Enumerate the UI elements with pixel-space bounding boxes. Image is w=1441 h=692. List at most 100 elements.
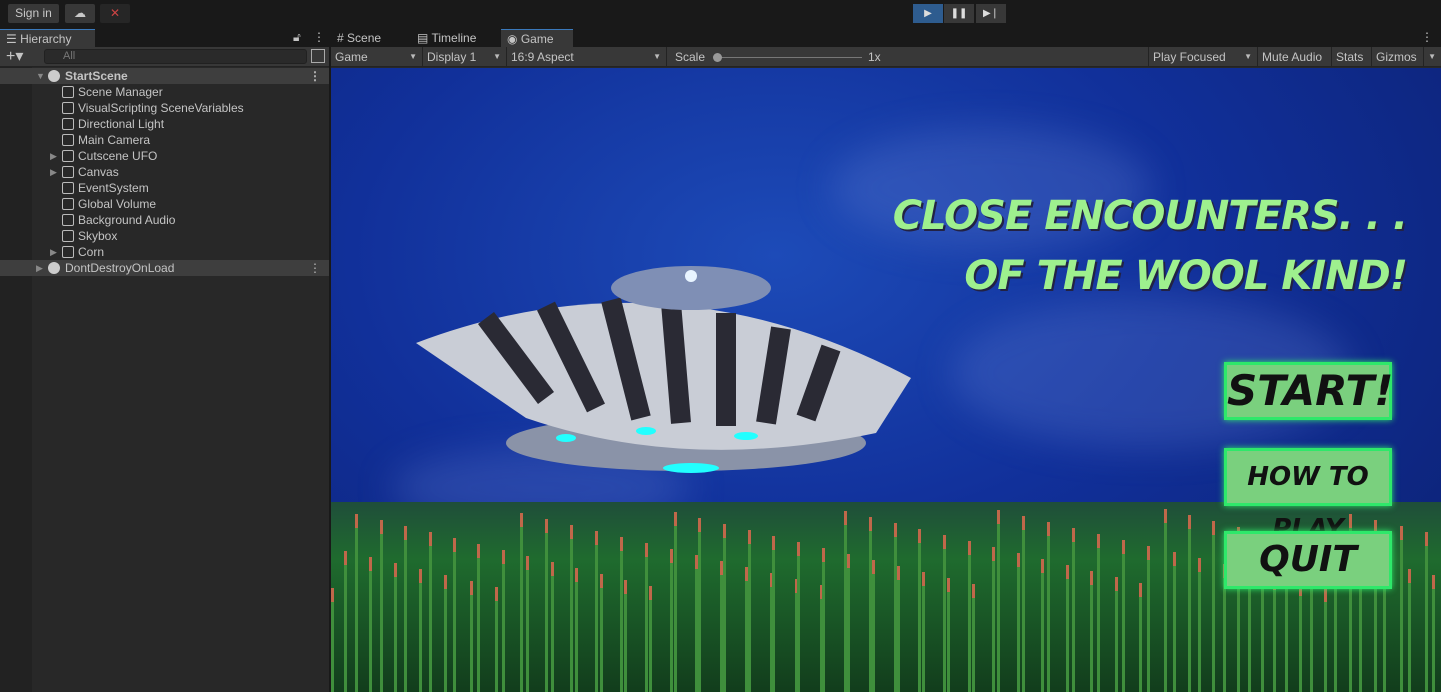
aspect-dropdown[interactable]: 16:9 Aspect ▼ bbox=[507, 47, 667, 67]
corn-tassel bbox=[1323, 588, 1327, 602]
corn-tassel bbox=[1197, 558, 1201, 572]
unity-scene-icon bbox=[48, 70, 60, 82]
hierarchy-item[interactable]: Scene Manager bbox=[0, 84, 329, 100]
corn-stalk bbox=[444, 589, 448, 692]
corn-stalk bbox=[747, 544, 751, 692]
hierarchy-dontdestroy-row[interactable]: ▶ DontDestroyOnLoad ⋮ bbox=[0, 260, 329, 276]
scale-slider[interactable] bbox=[713, 53, 722, 62]
corn-tassel bbox=[971, 584, 975, 598]
corn-tassel bbox=[871, 560, 875, 574]
scale-value: 1x bbox=[868, 50, 881, 64]
corn-stalk bbox=[1122, 554, 1126, 692]
expand-arrow-icon[interactable]: ▶ bbox=[50, 148, 57, 164]
corn-stalk bbox=[1163, 523, 1167, 692]
more-icon[interactable]: ⋮ bbox=[309, 260, 321, 276]
corn-stalk bbox=[772, 550, 776, 692]
scene-search-icon[interactable] bbox=[311, 49, 325, 63]
gameobject-icon bbox=[62, 118, 74, 130]
gameobject-icon bbox=[62, 102, 74, 114]
add-icon[interactable]: +▾ bbox=[6, 47, 23, 66]
collab-icon[interactable]: ✕ bbox=[100, 4, 130, 23]
hierarchy-panel: ☰ Hierarchy 🔓︎ ⋮ +▾ All ▼ StartScene ⋮ Sc… bbox=[0, 29, 329, 692]
stats-toggle[interactable]: Stats bbox=[1332, 47, 1372, 67]
corn-tassel bbox=[599, 574, 603, 588]
hierarchy-item[interactable]: Skybox bbox=[0, 228, 329, 244]
tab-hierarchy[interactable]: ☰ Hierarchy bbox=[0, 29, 95, 47]
corn-stalk bbox=[575, 582, 579, 692]
corn-stalk bbox=[624, 594, 628, 692]
search-placeholder: All bbox=[63, 50, 76, 62]
hierarchy-item[interactable]: ▶ Cutscene UFO bbox=[0, 148, 329, 164]
corn-tassel bbox=[822, 548, 826, 562]
game-view[interactable]: CLOSE ENCOUNTERS. . . OF THE WOOL KIND! … bbox=[331, 68, 1441, 692]
corn-stalk bbox=[1323, 602, 1327, 692]
tab-scene[interactable]: # Scene bbox=[331, 29, 411, 47]
more-icon[interactable]: ⋮ bbox=[313, 30, 325, 44]
hierarchy-item[interactable]: Directional Light bbox=[0, 116, 329, 132]
hierarchy-item[interactable]: Main Camera bbox=[0, 132, 329, 148]
corn-tassel bbox=[1090, 571, 1094, 585]
gizmos-dropdown[interactable]: ▼ bbox=[1424, 47, 1441, 67]
corn-stalk bbox=[1248, 584, 1252, 692]
hierarchy-item-label: Corn bbox=[78, 245, 105, 259]
corn-tassel bbox=[1016, 553, 1020, 567]
cloud-icon[interactable]: ☁ bbox=[65, 4, 95, 23]
corn-stalk bbox=[477, 558, 481, 692]
lock-icon[interactable]: 🔓︎ bbox=[293, 30, 301, 45]
top-toolbar: Sign in ☁ ✕ ▶ ❚❚ ▶❘ bbox=[0, 0, 1441, 28]
corn-stalk bbox=[921, 586, 925, 692]
corn-tassel bbox=[595, 531, 599, 545]
start-button[interactable]: START! bbox=[1224, 362, 1393, 420]
gizmos-toggle[interactable]: Gizmos bbox=[1372, 47, 1424, 67]
corn-stalk bbox=[494, 601, 498, 692]
film-icon: ▤ bbox=[417, 31, 432, 45]
corn-stalk bbox=[673, 526, 677, 692]
expand-arrow-icon[interactable]: ▶ bbox=[50, 164, 57, 180]
corn-stalk bbox=[428, 546, 432, 692]
sign-in-button[interactable]: Sign in bbox=[8, 4, 59, 23]
grid-icon: # bbox=[337, 31, 348, 45]
corn-tassel bbox=[1147, 546, 1151, 560]
hierarchy-item[interactable]: Global Volume bbox=[0, 196, 329, 212]
how-to-play-button[interactable]: HOW TO PLAY bbox=[1224, 448, 1392, 544]
corn-stalk bbox=[519, 527, 523, 692]
list-icon: ☰ bbox=[6, 32, 21, 46]
corn-tassel bbox=[673, 512, 677, 526]
corn-stalk bbox=[469, 595, 473, 692]
search-input[interactable]: All bbox=[44, 49, 307, 64]
hierarchy-item-label: Directional Light bbox=[78, 117, 165, 131]
hierarchy-scene-row[interactable]: ▼ StartScene ⋮ bbox=[0, 68, 329, 84]
display-dropdown[interactable]: Display 1 ▼ bbox=[423, 47, 507, 67]
hierarchy-item[interactable]: EventSystem bbox=[0, 180, 329, 196]
corn-stalk bbox=[394, 577, 398, 692]
hierarchy-item[interactable]: ▶ Canvas bbox=[0, 164, 329, 180]
hierarchy-item[interactable]: ▶ Corn bbox=[0, 244, 329, 260]
more-icon[interactable]: ⋮ bbox=[309, 68, 321, 84]
corn-tassel bbox=[526, 556, 530, 570]
mute-audio-toggle[interactable]: Mute Audio bbox=[1258, 47, 1332, 67]
corn-stalk bbox=[331, 602, 334, 692]
game-panel: # Scene ▤ Timeline ◉ Game ⋮ Game ▼ Displa… bbox=[331, 29, 1441, 692]
play-focused-dropdown[interactable]: Play Focused ▼ bbox=[1148, 47, 1258, 67]
pause-button[interactable]: ❚❚ bbox=[944, 4, 974, 23]
step-button[interactable]: ▶❘ bbox=[976, 4, 1006, 23]
corn-stalk bbox=[1197, 572, 1201, 692]
more-icon[interactable]: ⋮ bbox=[1421, 30, 1433, 44]
hierarchy-item[interactable]: Background Audio bbox=[0, 212, 329, 228]
mode-dropdown[interactable]: Game ▼ bbox=[331, 47, 423, 67]
corn-tassel bbox=[1046, 522, 1050, 536]
corn-stalk bbox=[419, 583, 423, 692]
corn-stalk bbox=[1383, 577, 1387, 692]
corn-tassel bbox=[379, 520, 383, 534]
corn-tassel bbox=[869, 517, 873, 531]
expand-arrow-icon[interactable]: ▶ bbox=[50, 244, 57, 260]
tab-game[interactable]: ◉ Game bbox=[501, 29, 573, 47]
tab-timeline[interactable]: ▤ Timeline bbox=[411, 29, 501, 47]
corn-stalk bbox=[595, 545, 599, 692]
corn-tassel bbox=[1172, 552, 1176, 566]
play-button[interactable]: ▶ bbox=[913, 4, 943, 23]
corn-stalk bbox=[946, 592, 950, 692]
quit-button[interactable]: QUIT bbox=[1224, 531, 1392, 589]
hierarchy-item-label: Global Volume bbox=[78, 197, 157, 211]
hierarchy-item[interactable]: VisualScripting SceneVariables bbox=[0, 100, 329, 116]
